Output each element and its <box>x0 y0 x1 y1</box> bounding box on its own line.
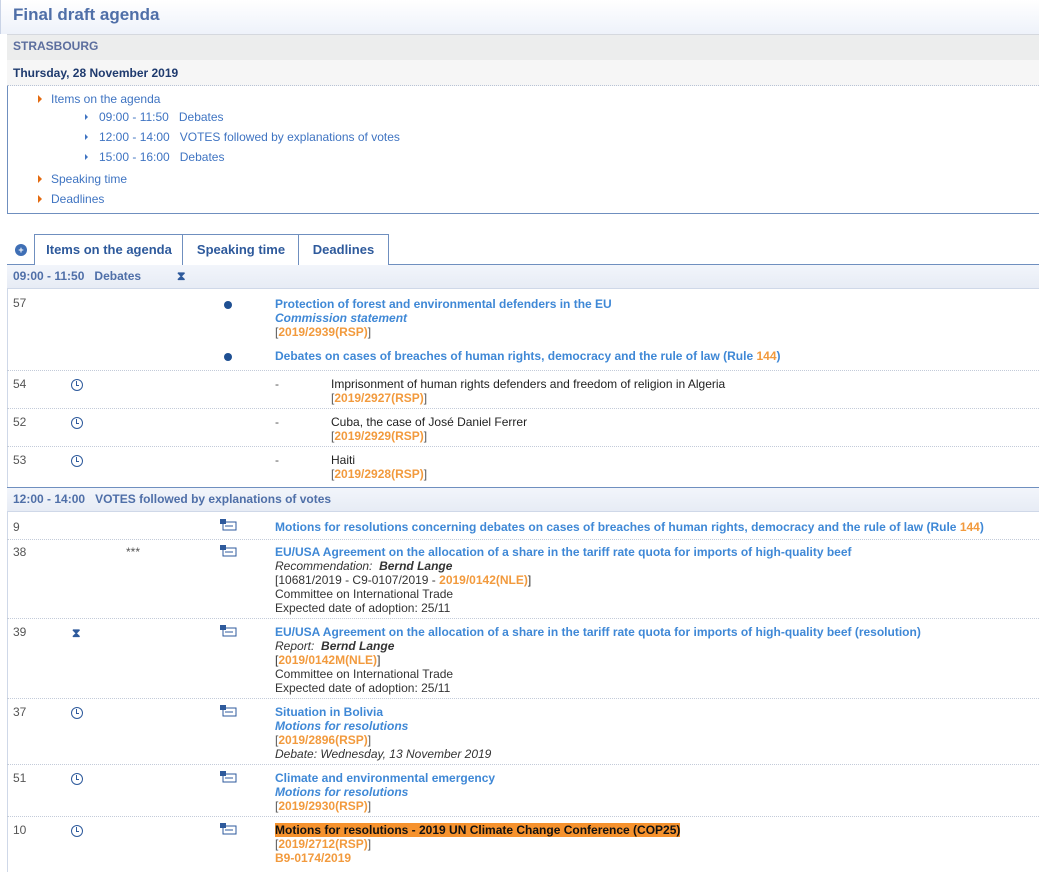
expand-icon[interactable]: + <box>15 244 27 256</box>
city-label: STRASBOURG <box>13 39 99 53</box>
row-separator <box>7 539 1039 540</box>
vote-icon <box>220 823 237 835</box>
arrow-right-icon <box>85 114 88 120</box>
clock-icon <box>71 707 83 719</box>
page-title: Final draft agenda <box>13 5 160 24</box>
item-ref[interactable]: [10681/2019 - C9-0107/2019 - 2019/0142(N… <box>275 573 531 587</box>
bullet-icon <box>224 301 232 309</box>
item-ref[interactable]: [2019/2928(RSP)] <box>331 467 427 481</box>
bullet-icon <box>224 353 232 361</box>
item-title[interactable]: Situation in Bolivia <box>275 705 383 719</box>
item-title[interactable]: EU/USA Agreement on the allocation of a … <box>275 625 921 639</box>
arrow-right-icon <box>85 134 88 140</box>
item-number: 10 <box>13 823 27 837</box>
item-ref[interactable]: [2019/2896(RSP)] <box>275 733 371 747</box>
clock-icon <box>71 773 83 785</box>
item-number: 51 <box>13 771 27 785</box>
committee: Committee on International Trade <box>275 587 454 601</box>
arrow-right-icon <box>38 95 42 103</box>
adoption-date: Expected date of adoption: 25/11 <box>275 601 451 615</box>
item-ref[interactable]: [2019/2929(RSP)] <box>331 429 427 443</box>
item-number: 39 <box>13 625 27 639</box>
row-separator <box>7 698 1039 699</box>
item-title-highlighted[interactable]: Motions for resolutions - 2019 UN Climat… <box>275 823 681 837</box>
item-ref[interactable]: [2019/2927(RSP)] <box>331 391 427 405</box>
item-number: 52 <box>13 415 27 429</box>
clock-icon <box>71 379 83 391</box>
row-separator <box>7 816 1039 817</box>
item-title[interactable]: Imprisonment of human rights defenders a… <box>331 377 725 391</box>
section-header-votes: 12:00 - 14:00 VOTES followed by explanat… <box>7 488 1039 512</box>
table-of-contents: Items on the agenda 09:00 - 11:50 Debate… <box>7 86 1039 214</box>
item-ref[interactable]: [2019/2939(RSP)] <box>275 325 371 339</box>
item-title[interactable]: EU/USA Agreement on the allocation of a … <box>275 545 852 559</box>
tab-bar: + Items on the agenda Speaking time Dead… <box>7 234 1039 266</box>
hourglass-icon: ⧗ <box>177 269 186 283</box>
title-bar: Final draft agenda <box>0 0 1039 34</box>
item-title[interactable]: Cuba, the case of José Daniel Ferrer <box>331 415 527 429</box>
toc-speaking-time[interactable]: Speaking time <box>38 172 127 186</box>
vote-icon <box>220 545 237 557</box>
item-number: 38 <box>13 545 27 559</box>
row-separator <box>7 408 1039 409</box>
debate-date: Debate: Wednesday, 13 November 2019 <box>275 747 492 761</box>
item-number: 54 <box>13 377 27 391</box>
agenda-left-border <box>7 265 8 872</box>
dash: - <box>275 453 279 467</box>
clock-icon <box>71 825 83 837</box>
hourglass-icon: ⧗ <box>72 626 81 640</box>
tab-speaking-time[interactable]: Speaking time <box>182 234 300 265</box>
item-title[interactable]: Haiti <box>331 453 355 467</box>
toc-sub-item[interactable]: 09:00 - 11:50 Debates <box>85 110 224 124</box>
row-separator <box>7 764 1039 765</box>
row-separator <box>7 618 1039 619</box>
toc-sub-item[interactable]: 12:00 - 14:00 VOTES followed by explanat… <box>85 130 400 144</box>
row-separator <box>7 446 1039 447</box>
section-header-debates: 09:00 - 11:50 Debates <box>7 265 1039 289</box>
adoption-date: Expected date of adoption: 25/11 <box>275 681 451 695</box>
dash: - <box>275 415 279 429</box>
rapporteur: Report: Bernd Lange <box>275 639 395 653</box>
toc-sub-item[interactable]: 15:00 - 16:00 Debates <box>85 150 224 164</box>
item-title[interactable]: Motions for resolutions concerning debat… <box>275 520 984 534</box>
item-title[interactable]: Debates on cases of breaches of human ri… <box>275 349 781 363</box>
item-title[interactable]: Climate and environmental emergency <box>275 771 495 785</box>
item-number: 53 <box>13 453 27 467</box>
item-subtitle: Motions for resolutions <box>275 719 409 733</box>
item-title[interactable]: Protection of forest and environmental d… <box>275 297 612 311</box>
vote-icon <box>220 771 237 783</box>
item-subtitle: Commission statement <box>275 311 408 325</box>
city-bar: STRASBOURG <box>7 34 1039 60</box>
item-number: 37 <box>13 705 27 719</box>
vote-icon <box>220 705 237 717</box>
stars-marker: *** <box>126 545 141 559</box>
item-ref[interactable]: [2019/0142M(NLE)] <box>275 653 380 667</box>
date-label: Thursday, 28 November 2019 <box>13 66 179 80</box>
toc-deadlines[interactable]: Deadlines <box>38 192 104 206</box>
clock-icon <box>71 417 83 429</box>
document-ref[interactable]: B9-0174/2019 <box>275 851 351 865</box>
dash: - <box>275 377 279 391</box>
clock-icon <box>71 455 83 467</box>
toc-items-on-agenda[interactable]: Items on the agenda <box>38 92 160 106</box>
date-bar: Thursday, 28 November 2019 <box>7 60 1039 86</box>
vote-icon <box>220 519 237 531</box>
item-subtitle: Motions for resolutions <box>275 785 409 799</box>
arrow-right-icon <box>38 175 42 183</box>
vote-icon <box>220 625 237 637</box>
row-separator <box>7 370 1039 371</box>
rapporteur: Recommendation: Bernd Lange <box>275 559 453 573</box>
item-number: 9 <box>13 520 20 534</box>
item-ref[interactable]: [2019/2712(RSP)] <box>275 837 371 851</box>
item-ref[interactable]: [2019/2930(RSP)] <box>275 799 371 813</box>
tab-deadlines[interactable]: Deadlines <box>298 234 389 265</box>
tab-items-on-agenda[interactable]: Items on the agenda <box>34 234 184 266</box>
arrow-right-icon <box>85 154 88 160</box>
arrow-right-icon <box>38 195 42 203</box>
committee: Committee on International Trade <box>275 667 454 681</box>
item-number: 57 <box>13 296 27 310</box>
